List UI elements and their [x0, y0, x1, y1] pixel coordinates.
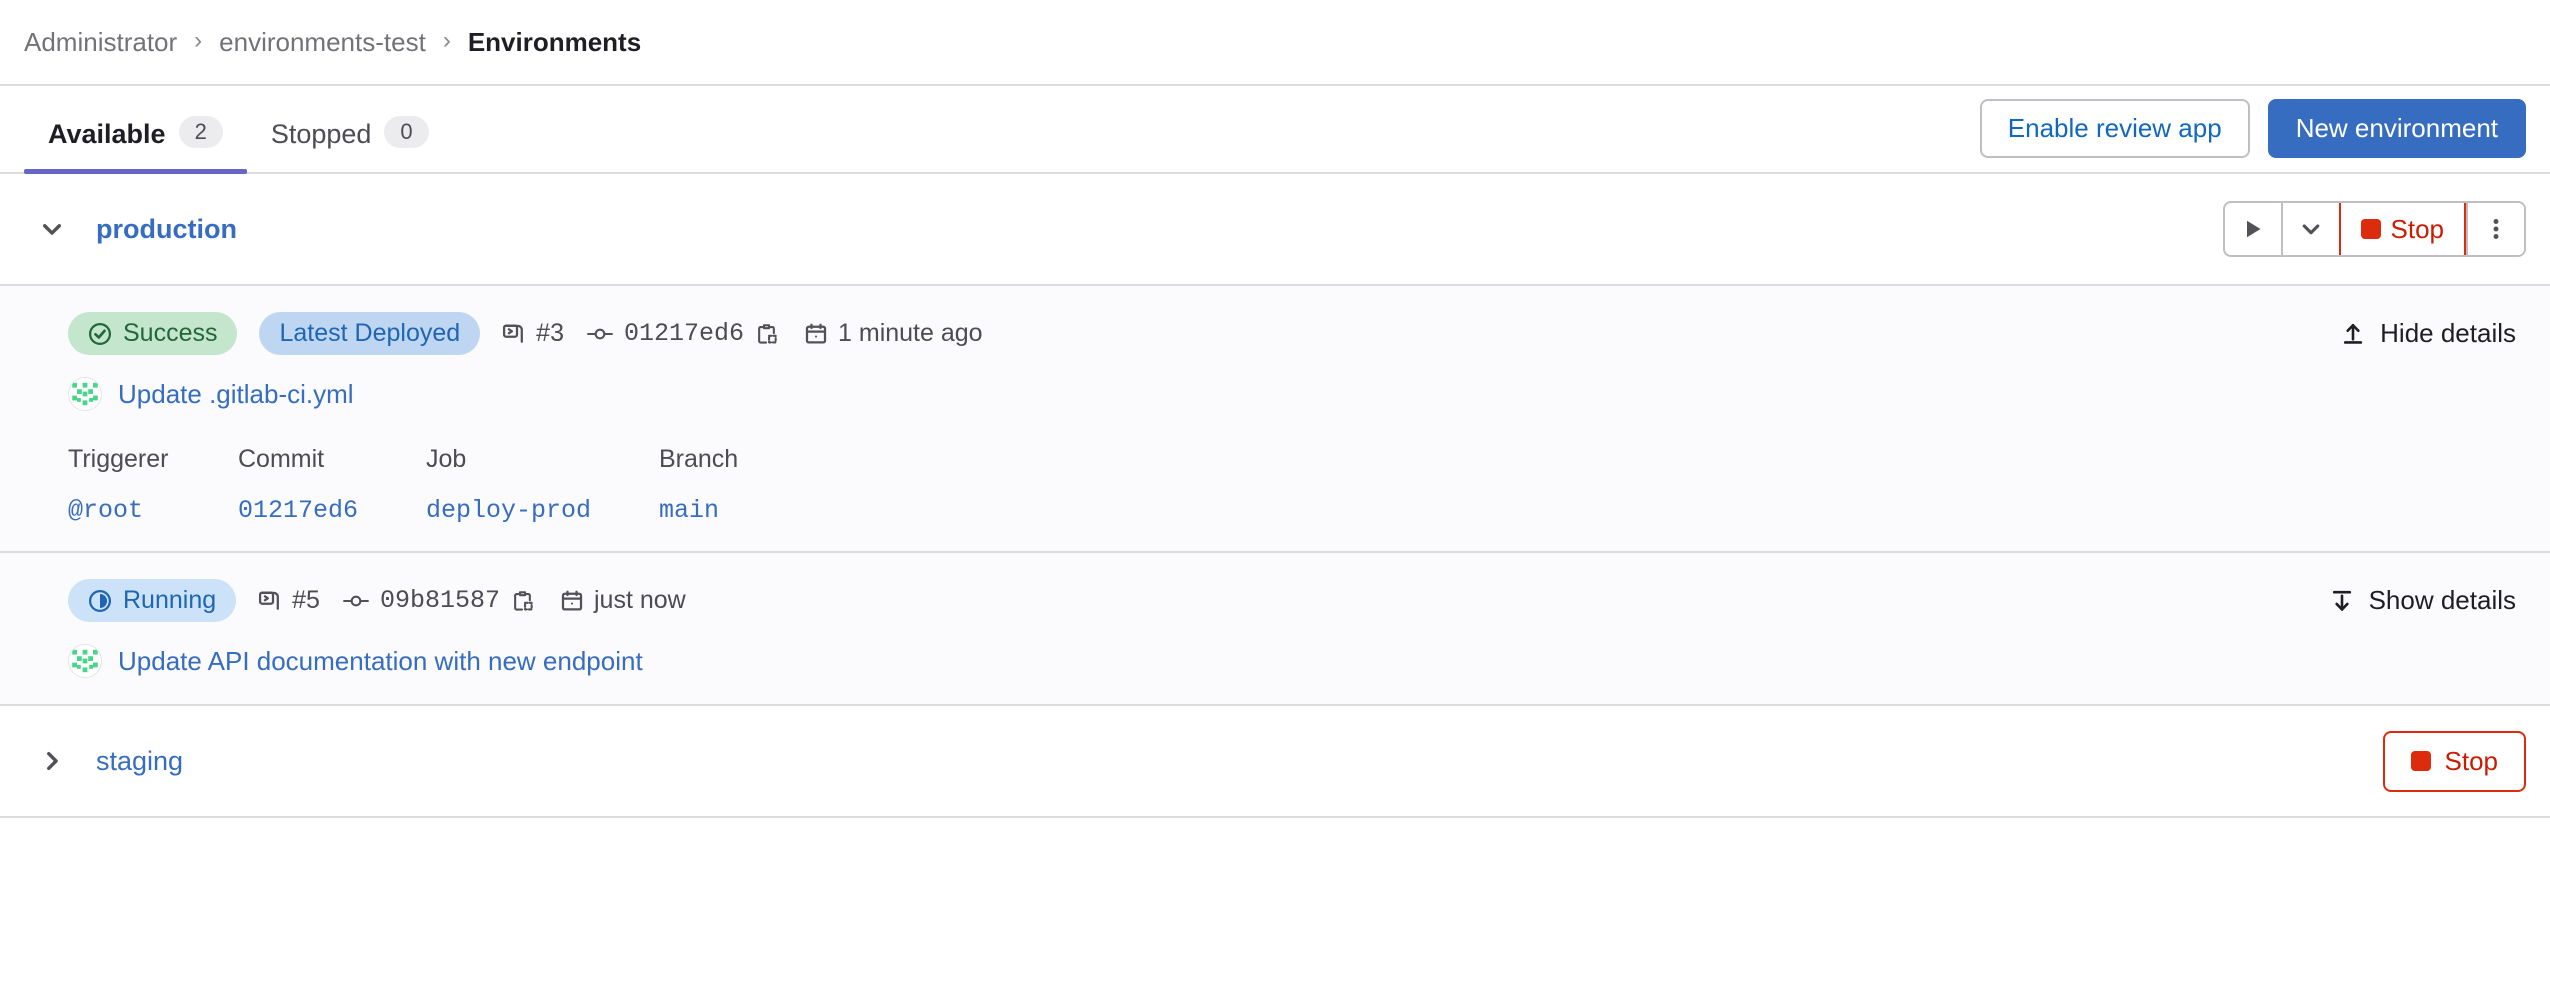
- user-avatar: [68, 644, 102, 678]
- pipeline-reference[interactable]: #3: [502, 319, 564, 348]
- breadcrumb-separator-icon: ›: [194, 27, 203, 54]
- breadcrumb-item-environments: Environments: [467, 26, 642, 57]
- commit-reference[interactable]: 01217ed6: [586, 319, 782, 348]
- tab-available-label: Available: [48, 119, 166, 149]
- details-toggle-label: Hide details: [2380, 318, 2516, 348]
- detail-header-job: Job: [426, 445, 467, 473]
- commit-title-link[interactable]: Update .gitlab-ci.yml: [118, 379, 354, 410]
- deployment-details-table: Triggerer Commit Job Branch @root 01217e…: [30, 445, 2526, 525]
- ellipsis-vertical-icon: [2493, 219, 2499, 239]
- commit-sha: 09b81587: [379, 586, 500, 615]
- environment-more-actions-button[interactable]: [2466, 203, 2524, 255]
- deployment-meta: Success Latest Deployed #3 01217ed6 1 mi…: [30, 312, 983, 355]
- running-clock-icon: [88, 589, 112, 612]
- environment-name-staging[interactable]: staging: [96, 746, 183, 777]
- chevron-down-icon[interactable]: [30, 207, 74, 251]
- environments-page: Administrator › environments-test › Envi…: [0, 0, 2550, 1002]
- environment-row-staging: staging Stop: [0, 706, 2550, 818]
- status-badge: Running: [68, 579, 237, 622]
- pipeline-icon: [503, 323, 524, 343]
- tab-stopped[interactable]: Stopped 0: [247, 86, 453, 172]
- enable-review-app-button[interactable]: Enable review app: [1979, 99, 2250, 158]
- expand-down-icon: [2332, 590, 2351, 611]
- status-badge-label: Running: [123, 586, 217, 615]
- pipeline-number: #3: [536, 319, 564, 347]
- commit-icon: [343, 595, 369, 606]
- details-toggle-label: Show details: [2368, 585, 2516, 615]
- tab-stopped-count: 0: [384, 116, 429, 148]
- tab-available-count: 2: [178, 116, 223, 148]
- header-actions: Enable review app New environment: [1979, 99, 2526, 172]
- stop-square-icon: [2360, 219, 2381, 239]
- copy-to-clipboard-icon[interactable]: [510, 587, 538, 615]
- commit-icon: [587, 328, 613, 339]
- calendar-icon: [561, 590, 583, 611]
- user-avatar: [68, 377, 102, 411]
- deployment-summary: Success Latest Deployed #3 01217ed6 1 mi…: [30, 312, 2526, 355]
- commit-sha: 01217ed6: [623, 319, 745, 348]
- environment-name-production[interactable]: production: [96, 214, 237, 245]
- environment-header-left: production: [30, 207, 237, 251]
- show-details-button[interactable]: Show details: [2319, 579, 2526, 622]
- deployment-timestamp: 1 minute ago: [804, 319, 983, 348]
- play-icon: [2246, 220, 2260, 238]
- stop-square-icon: [2410, 751, 2431, 771]
- detail-header-triggerer: Triggerer: [68, 445, 169, 473]
- deployment-timestamp: just now: [560, 586, 686, 615]
- pipeline-reference[interactable]: #5: [258, 586, 320, 615]
- environment-header-left: staging: [30, 739, 183, 783]
- deploy-play-button[interactable]: [2224, 203, 2281, 255]
- commit-line: Update .gitlab-ci.yml: [30, 377, 2526, 411]
- detail-value-branch[interactable]: main: [659, 496, 779, 525]
- stop-button-label: Stop: [2444, 745, 2499, 776]
- deployment-row: Running #5 09b81587 just now Show detail…: [0, 553, 2550, 706]
- deployment-summary: Running #5 09b81587 just now Show detail…: [30, 579, 2526, 622]
- status-badge: Success: [68, 312, 238, 355]
- detail-value-commit[interactable]: 01217ed6: [238, 496, 368, 525]
- detail-header-commit: Commit: [238, 445, 325, 473]
- check-circle-icon: [88, 322, 112, 345]
- timestamp-label: 1 minute ago: [838, 319, 983, 347]
- detail-value-job[interactable]: deploy-prod: [426, 496, 601, 525]
- hide-details-button[interactable]: Hide details: [2330, 312, 2526, 355]
- chevron-right-icon[interactable]: [30, 739, 74, 783]
- pipeline-icon: [259, 590, 280, 610]
- new-environment-button[interactable]: New environment: [2267, 99, 2526, 158]
- detail-header-branch: Branch: [659, 445, 739, 473]
- chevron-down-icon: [2302, 224, 2319, 235]
- deploy-dropdown-button[interactable]: [2280, 203, 2339, 255]
- copy-to-clipboard-icon[interactable]: [754, 320, 782, 348]
- commit-reference[interactable]: 09b81587: [342, 586, 538, 615]
- status-badge-label: Success: [123, 319, 218, 348]
- breadcrumb-item-administrator[interactable]: Administrator: [24, 27, 177, 58]
- environment-actions-production: Stop: [2222, 201, 2526, 257]
- latest-deployed-badge: Latest Deployed: [259, 312, 481, 355]
- breadcrumb-item-project[interactable]: environments-test: [219, 27, 426, 58]
- commit-title-link[interactable]: Update API documentation with new endpoi…: [118, 646, 643, 677]
- stop-environment-button-production[interactable]: Stop: [2338, 203, 2466, 255]
- calendar-icon: [805, 323, 827, 344]
- environment-row-production: production Stop: [0, 174, 2550, 286]
- stop-button-label: Stop: [2390, 213, 2445, 244]
- timestamp-label: just now: [593, 586, 686, 614]
- tab-stopped-label: Stopped: [270, 119, 372, 149]
- deployment-meta: Running #5 09b81587 just now: [30, 579, 686, 622]
- environments-tabbar: Available 2 Stopped 0 Enable review app …: [0, 86, 2550, 174]
- breadcrumb-separator-icon: ›: [442, 27, 451, 54]
- stop-environment-button-staging[interactable]: Stop: [2382, 730, 2526, 792]
- detail-value-triggerer[interactable]: @root: [68, 496, 180, 525]
- tab-available[interactable]: Available 2: [24, 86, 247, 174]
- commit-line: Update API documentation with new endpoi…: [30, 644, 2526, 678]
- breadcrumb: Administrator › environments-test › Envi…: [0, 0, 2550, 86]
- deployment-row: Success Latest Deployed #3 01217ed6 1 mi…: [0, 286, 2550, 553]
- tab-list: Available 2 Stopped 0: [24, 86, 453, 174]
- pipeline-number: #5: [292, 586, 320, 614]
- collapse-up-icon: [2344, 323, 2363, 344]
